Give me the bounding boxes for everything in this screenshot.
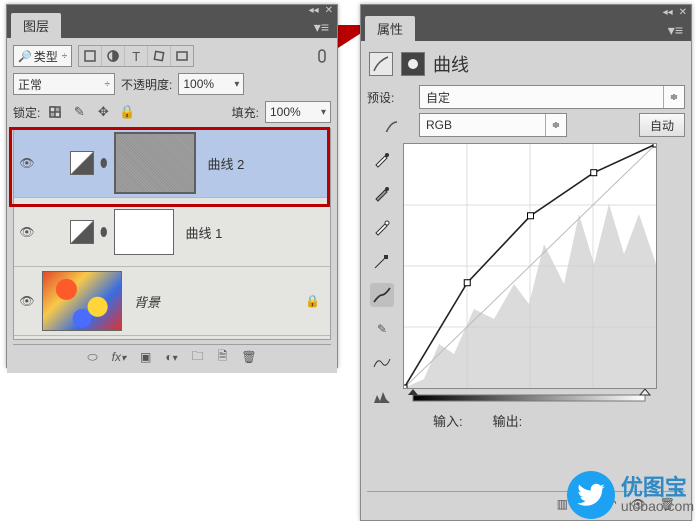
- tab-properties[interactable]: 属性: [365, 16, 415, 41]
- adjustment-new-icon[interactable]: ◐▾: [165, 350, 177, 364]
- visibility-toggle[interactable]: 👁: [16, 156, 38, 170]
- watermark: 优图宝 utobao.com: [567, 471, 694, 519]
- close-icon[interactable]: ✕: [679, 7, 687, 18]
- fx-icon[interactable]: fx▾: [112, 350, 126, 364]
- layer-row-curves-1[interactable]: 👁 ⬮ 曲线 1: [14, 198, 330, 267]
- blend-mode-value: 正常: [18, 76, 42, 93]
- watermark-name: 优图宝: [621, 477, 694, 499]
- auto-label: 自动: [650, 117, 674, 134]
- layer-row-background[interactable]: 👁 背景 🔒: [14, 267, 330, 336]
- mask-link-icon[interactable]: ⬮: [100, 156, 108, 171]
- adjustment-thumb[interactable]: [70, 220, 94, 244]
- properties-panel: ◂◂ ✕ 属性 ▾≡ 曲线 预设: 自定 ≑ RGB ≑: [360, 4, 692, 521]
- fill-value: 100%: [270, 105, 301, 119]
- curves-icon: [369, 52, 393, 76]
- filter-type-select[interactable]: 🔎 类型 ÷: [13, 45, 72, 67]
- filter-toggle[interactable]: [313, 47, 331, 65]
- layer-list: 👁 ⬮ 曲线 2 👁 ⬮ 曲线 1 👁 背景 🔒: [13, 128, 331, 340]
- group-icon[interactable]: 🗀: [192, 347, 204, 368]
- lock-position-icon[interactable]: ✥: [94, 103, 112, 121]
- chevron-down-icon: ÷: [62, 51, 68, 62]
- new-layer-icon[interactable]: 🗎: [218, 347, 228, 368]
- preset-value: 自定: [426, 89, 450, 106]
- panel-menu-icon[interactable]: ▾≡: [660, 20, 691, 41]
- smart-icon[interactable]: [171, 46, 193, 66]
- pixel-icon[interactable]: [79, 46, 102, 66]
- lock-transparent-icon[interactable]: [46, 103, 64, 121]
- tab-layers[interactable]: 图层: [11, 13, 61, 38]
- close-icon[interactable]: ✕: [325, 5, 333, 16]
- curve-icon[interactable]: [370, 283, 394, 307]
- smooth-icon[interactable]: [370, 351, 394, 375]
- adjustment-thumb[interactable]: [70, 151, 94, 175]
- lock-all-icon[interactable]: 🔒: [118, 103, 136, 121]
- filter-type-label: 类型: [34, 48, 58, 65]
- adjustment-icon[interactable]: [102, 46, 125, 66]
- layer-name[interactable]: 曲线 1: [186, 223, 223, 242]
- collapse-icon[interactable]: ◂◂: [309, 5, 319, 16]
- chevron-down-icon: ▾: [321, 107, 326, 118]
- shape-icon[interactable]: [148, 46, 171, 66]
- bird-icon: [567, 471, 615, 519]
- mask-icon[interactable]: ▣: [140, 350, 151, 364]
- eyedropper-gray-icon[interactable]: [370, 181, 394, 205]
- mask-thumb[interactable]: [114, 132, 196, 194]
- collapse-icon[interactable]: ◂◂: [663, 7, 673, 18]
- channel-value: RGB: [426, 118, 452, 132]
- mask-thumb[interactable]: [114, 209, 174, 255]
- layer-name[interactable]: 曲线 2: [208, 154, 245, 173]
- mask-icon[interactable]: [401, 52, 425, 76]
- auto-button[interactable]: 自动: [639, 113, 685, 137]
- fill-select[interactable]: 100% ▾: [265, 101, 331, 123]
- layer-name[interactable]: 背景: [134, 292, 160, 311]
- eyedropper-black-icon[interactable]: [370, 147, 394, 171]
- opacity-value: 100%: [183, 77, 214, 91]
- edit-point-icon[interactable]: [370, 249, 394, 273]
- eyedropper-white-icon[interactable]: [370, 215, 394, 239]
- lock-paint-icon[interactable]: ✎: [70, 103, 88, 121]
- layer-thumb[interactable]: [42, 271, 122, 331]
- chevron-updown-icon: ≑: [545, 114, 566, 136]
- adjustment-title: 曲线: [433, 51, 469, 77]
- input-slider[interactable]: [403, 389, 655, 407]
- lock-icon: 🔒: [305, 294, 320, 308]
- target-adjust-icon[interactable]: [367, 116, 413, 134]
- chevron-down-icon: ▾: [234, 79, 239, 90]
- output-label: 输出:: [493, 414, 523, 429]
- lock-label: 锁定:: [13, 104, 40, 121]
- type-icon[interactable]: T: [125, 46, 148, 66]
- layers-footer: ⬭ fx▾ ▣ ◐▾ 🗀 🗎 🗑: [13, 344, 331, 369]
- chevron-down-icon: ÷: [105, 79, 111, 90]
- channel-select[interactable]: RGB ≑: [419, 113, 567, 137]
- chevron-updown-icon: ≑: [663, 86, 684, 108]
- layer-row-curves-2[interactable]: 👁 ⬮ 曲线 2: [14, 129, 330, 198]
- curve-tool-column: ✎: [367, 143, 397, 430]
- trash-icon[interactable]: 🗑: [241, 350, 256, 364]
- link-icon[interactable]: ⬭: [87, 350, 97, 365]
- mask-link-icon[interactable]: ⬮: [100, 225, 108, 240]
- preset-select[interactable]: 自定 ≑: [419, 85, 685, 109]
- input-label: 输入:: [433, 414, 463, 429]
- opacity-select[interactable]: 100% ▾: [178, 73, 244, 95]
- pencil-icon[interactable]: ✎: [370, 317, 394, 341]
- panel-tab-bar: 图层 ▾≡: [7, 16, 337, 38]
- panel-tab-bar: 属性 ▾≡: [361, 19, 691, 41]
- watermark-url: utobao.com: [621, 499, 694, 513]
- panel-menu-icon[interactable]: ▾≡: [306, 17, 337, 38]
- visibility-toggle[interactable]: 👁: [16, 225, 38, 239]
- opacity-label: 不透明度:: [121, 76, 172, 93]
- visibility-toggle[interactable]: 👁: [16, 294, 38, 308]
- blend-mode-select[interactable]: 正常 ÷: [13, 73, 115, 95]
- layers-panel: ◂◂ ✕ 图层 ▾≡ 🔎 类型 ÷ T 正常 ÷: [6, 4, 338, 368]
- fill-label: 填充:: [232, 104, 259, 121]
- preset-label: 预设:: [367, 89, 413, 106]
- histogram-icon[interactable]: [370, 385, 394, 409]
- curves-graph[interactable]: [403, 143, 657, 389]
